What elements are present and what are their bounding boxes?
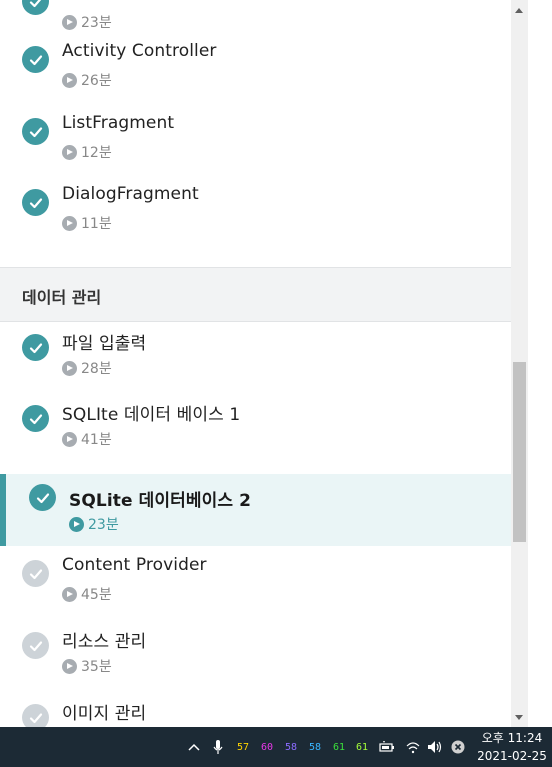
tray-number-2: 60 (261, 741, 274, 753)
lesson-item[interactable]: 23분 (0, 0, 511, 32)
system-clock[interactable]: 오후 11:24 2021-02-25 (474, 729, 550, 765)
play-icon (62, 14, 77, 30)
lesson-title: Content Provider (62, 555, 207, 575)
check-circle-icon (22, 46, 49, 73)
lesson-duration: 28분 (62, 358, 112, 378)
duration-label: 11분 (81, 216, 112, 232)
lesson-title: ListFragment (62, 113, 175, 133)
clock-date: 2021-02-25 (477, 749, 547, 763)
chevron-up-icon (515, 8, 523, 13)
scroll-thumb[interactable] (513, 362, 526, 542)
tray-number-4: 58 (309, 741, 322, 753)
play-icon (62, 658, 77, 674)
lesson-title: SQLIte 데이터 베이스 1 (62, 405, 241, 425)
lesson-title: 이미지 관리 (62, 704, 147, 724)
tray-number-5: 61 (333, 741, 346, 753)
lesson-item-sqlite-2-active[interactable]: SQLite 데이터베이스 2 23분 (0, 474, 511, 546)
duration-label: 41분 (81, 432, 112, 448)
play-icon (69, 516, 84, 532)
tray-number-6: 61 (356, 741, 369, 753)
check-circle-icon (22, 334, 49, 361)
chevron-up-icon[interactable] (188, 727, 202, 767)
play-icon (62, 72, 77, 88)
play-icon (62, 431, 77, 447)
speaker-icon[interactable] (427, 727, 445, 767)
section-title: 데이터 관리 (22, 288, 102, 307)
vertical-scrollbar[interactable] (511, 0, 528, 727)
right-margin (528, 0, 552, 727)
check-circle-icon (29, 484, 56, 511)
lesson-item-image-management[interactable]: 이미지 관리 (0, 690, 511, 727)
windows-taskbar: 57 60 58 58 61 61 오후 11:24 2021-02-25 (0, 727, 552, 767)
lesson-title: 리소스 관리 (62, 632, 147, 652)
duration-label: 12분 (81, 145, 112, 161)
lesson-duration: 26분 (62, 70, 112, 90)
check-circle-icon (22, 118, 49, 145)
tray-number-1: 57 (237, 741, 250, 753)
microphone-icon[interactable] (213, 727, 225, 767)
check-circle-icon (22, 0, 49, 15)
lesson-title: SQLite 데이터베이스 2 (69, 491, 252, 511)
lesson-item-dialogfragment[interactable]: DialogFragment 11분 (0, 175, 511, 247)
play-icon (62, 586, 77, 602)
lesson-duration: 23분 (62, 12, 112, 32)
wifi-icon[interactable] (405, 727, 421, 767)
lesson-item-activity-controller[interactable]: Activity Controller 26분 (0, 32, 511, 104)
lesson-item-listfragment[interactable]: ListFragment 12분 (0, 104, 511, 176)
lesson-duration: 41분 (62, 429, 112, 449)
play-icon (62, 144, 77, 160)
battery-icon[interactable] (379, 727, 397, 767)
tray-number-3: 58 (285, 741, 298, 753)
duration-label: 23분 (88, 517, 119, 533)
check-circle-icon (22, 704, 49, 727)
close-icon[interactable] (451, 727, 467, 767)
check-circle-icon (22, 405, 49, 432)
lesson-duration: 23분 (69, 514, 119, 534)
play-icon (62, 360, 77, 376)
lesson-title: DialogFragment (62, 184, 199, 204)
lesson-list: 23분 Activity Controller 26분 ListFragment… (0, 0, 511, 727)
duration-label: 35분 (81, 659, 112, 675)
lesson-duration: 35분 (62, 656, 112, 676)
section-header[interactable]: 데이터 관리 (0, 267, 511, 322)
lesson-list-panel: 23분 Activity Controller 26분 ListFragment… (0, 0, 552, 727)
clock-time: 오후 11:24 (481, 731, 543, 745)
duration-label: 28분 (81, 361, 112, 377)
lesson-item-file-io[interactable]: 파일 입출력 28분 (0, 320, 511, 392)
play-icon (62, 215, 77, 231)
lesson-item-sqlite-1[interactable]: SQLIte 데이터 베이스 1 41분 (0, 391, 511, 463)
lesson-title: Activity Controller (62, 41, 217, 61)
check-circle-icon (22, 560, 49, 587)
lesson-item-resource-management[interactable]: 리소스 관리 35분 (0, 618, 511, 690)
duration-label: 26분 (81, 73, 112, 89)
duration-label: 45분 (81, 587, 112, 603)
check-circle-icon (22, 189, 49, 216)
lesson-item-content-provider[interactable]: Content Provider 45분 (0, 546, 511, 618)
lesson-duration: 12분 (62, 142, 112, 162)
lesson-duration: 45분 (62, 584, 112, 604)
scroll-up-button[interactable] (511, 0, 528, 24)
duration-label: 23분 (81, 15, 112, 31)
chevron-down-icon (515, 715, 523, 720)
lesson-duration: 11분 (62, 213, 112, 233)
scroll-down-button[interactable] (511, 703, 528, 727)
check-circle-icon (22, 632, 49, 659)
lesson-title: 파일 입출력 (62, 334, 147, 354)
